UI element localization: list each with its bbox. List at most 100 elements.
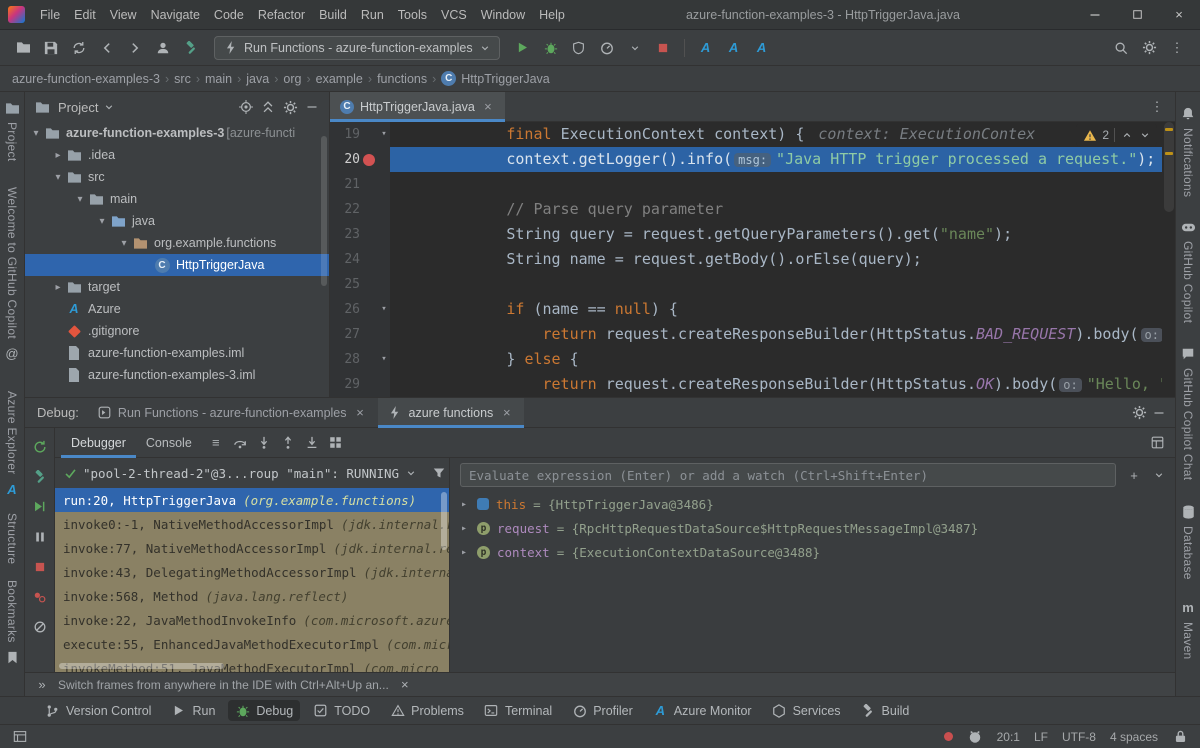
stop-icon[interactable] [31, 558, 48, 575]
project-panel-title[interactable]: Project [58, 100, 98, 115]
frame-row[interactable]: invoke0:-1, NativeMethodAccessorImpl(jdk… [55, 512, 449, 536]
prev-problem-icon[interactable] [1120, 128, 1133, 143]
chevron-down-icon[interactable] [622, 36, 648, 60]
tree-chevron-icon[interactable]: ▾ [29, 128, 43, 139]
coverage-icon[interactable] [566, 36, 592, 60]
frame-row[interactable]: invoke:568, Method(java.lang.reflect) [55, 584, 449, 608]
settings-icon[interactable] [1136, 36, 1162, 60]
grid-icon[interactable] [324, 432, 348, 454]
toolwindow-button-services[interactable]: Services [765, 700, 848, 721]
variable-row[interactable]: ▸prequest = {RpcHttpRequestDataSource$Ht… [450, 516, 1175, 540]
line-separator[interactable]: LF [1034, 730, 1048, 744]
tree-chevron-icon[interactable]: ▸ [51, 150, 65, 161]
breadcrumb-item[interactable]: azure-function-examples-3 [12, 72, 160, 86]
menu-build[interactable]: Build [312, 0, 354, 30]
breadcrumb-item[interactable]: functions [377, 72, 427, 86]
close-icon[interactable]: × [499, 405, 514, 420]
stripe-welcome-copilot[interactable]: Welcome to GitHub Copilot @ [4, 187, 20, 361]
azure-action-1-icon[interactable]: A [693, 36, 719, 60]
variable-row[interactable]: ▸pcontext = {ExecutionContextDataSource@… [450, 540, 1175, 564]
toolwindow-button-azure-monitor[interactable]: AAzure Monitor [646, 700, 759, 721]
code-editor[interactable]: 19▾20212223242526▾2728▾29 final Executio… [330, 122, 1175, 397]
collapse-all-icon[interactable] [257, 96, 279, 118]
project-scrollbar-thumb[interactable] [321, 136, 327, 286]
readonly-lock-icon[interactable] [1172, 729, 1188, 745]
fold-marker-icon[interactable]: ▾ [378, 297, 390, 322]
close-hint-icon[interactable]: × [398, 678, 412, 692]
stripe-bookmarks[interactable]: Bookmarks [4, 580, 20, 665]
save-all-icon[interactable] [38, 36, 64, 60]
menu-file[interactable]: File [33, 0, 67, 30]
tree-item[interactable]: ▸target [25, 276, 329, 298]
toolwindow-button-version-control[interactable]: Version Control [38, 700, 158, 721]
tree-item[interactable]: .gitignore [25, 320, 329, 342]
tree-chevron-icon[interactable]: ▾ [51, 172, 65, 183]
debug-session-tab[interactable]: azure functions× [378, 398, 525, 428]
debug-settings-icon[interactable] [1129, 403, 1149, 423]
tree-chevron-icon[interactable]: ▾ [117, 238, 131, 249]
variable-row[interactable]: ▸this = {HttpTriggerJava@3486} [450, 492, 1175, 516]
stripe-structure[interactable]: Structure [5, 513, 19, 564]
fold-marker-icon[interactable]: ▾ [378, 347, 390, 372]
sync-icon[interactable] [66, 36, 92, 60]
stripe-notifications[interactable]: Notifications [1180, 106, 1196, 197]
tree-item[interactable]: ▾main [25, 188, 329, 210]
tree-item[interactable]: ▾java [25, 210, 329, 232]
tree-chevron-icon[interactable]: ▸ [51, 282, 65, 293]
pause-icon[interactable] [31, 528, 48, 545]
settings-icon[interactable] [279, 96, 301, 118]
mute-breakpoints-icon[interactable] [31, 618, 48, 635]
breadcrumb-item[interactable]: org [283, 72, 301, 86]
chevron-right-icon[interactable]: ▸ [458, 547, 470, 558]
frames-hscrollbar-thumb[interactable] [59, 663, 224, 669]
frame-row[interactable]: invoke:22, JavaMethodInvokeInfo(com.micr… [55, 608, 449, 632]
caret-position[interactable]: 20:1 [997, 730, 1020, 744]
menu-view[interactable]: View [103, 0, 144, 30]
open-project-icon[interactable] [10, 36, 36, 60]
stripe-github-copilot[interactable]: GitHub Copilot [1180, 219, 1196, 323]
run-config-select[interactable]: Run Functions - azure-function-examples [214, 36, 500, 60]
toolwindows-toggle-icon[interactable] [12, 729, 28, 745]
breadcrumb-item[interactable]: java [246, 72, 269, 86]
resume-icon[interactable] [31, 498, 48, 515]
add-watch-icon[interactable]: + [1124, 465, 1144, 485]
next-problem-icon[interactable] [1138, 128, 1151, 143]
tree-item[interactable]: azure-function-examples-3.iml [25, 364, 329, 386]
chevron-down-icon[interactable] [103, 101, 115, 113]
editor-scrollbar[interactable] [1162, 122, 1175, 397]
menu-code[interactable]: Code [207, 0, 251, 30]
menu-vcs[interactable]: VCS [434, 0, 474, 30]
tree-chevron-icon[interactable]: ▾ [73, 194, 87, 205]
editor-tab[interactable]: C HttpTriggerJava.java × [330, 92, 505, 122]
tab-debugger[interactable]: Debugger [61, 428, 136, 458]
step-into-icon[interactable] [252, 432, 276, 454]
close-button[interactable]: × [1158, 0, 1200, 30]
hide-icon[interactable] [301, 96, 323, 118]
debug-bug-icon[interactable] [538, 36, 564, 60]
tree-item[interactable]: ▾azure-function-examples-3 [azure-functi [25, 122, 329, 144]
scrollbar-thumb[interactable] [1164, 122, 1174, 212]
breadcrumb-item[interactable]: CHttpTriggerJava [441, 71, 549, 86]
stripe-azure-explorer[interactable]: Azure Explorer A [4, 391, 20, 497]
frame-row[interactable]: invoke:77, NativeMethodAccessorImpl(jdk.… [55, 536, 449, 560]
build-hammer-icon[interactable] [178, 36, 204, 60]
user-icon[interactable] [150, 36, 176, 60]
debug-hide-icon[interactable] [1149, 403, 1169, 423]
editor-options-icon[interactable]: ⋮ [1147, 97, 1167, 117]
gutter-icon-slot[interactable] [360, 147, 378, 172]
filter-frames-icon[interactable] [429, 463, 449, 483]
menu-refactor[interactable]: Refactor [251, 0, 312, 30]
toolwindow-button-todo[interactable]: TODO [306, 700, 377, 721]
toolwindow-button-profiler[interactable]: Profiler [565, 700, 640, 721]
layout-settings-icon[interactable] [1145, 432, 1169, 454]
inspections-widget[interactable]: 2 [1076, 124, 1157, 146]
tree-item[interactable]: CHttpTriggerJava [25, 254, 329, 276]
chevron-right-icon[interactable]: ▸ [458, 499, 470, 510]
build-hammer-icon[interactable] [31, 468, 48, 485]
breakpoint-icon[interactable] [363, 154, 375, 166]
indent-style[interactable]: 4 spaces [1110, 730, 1158, 744]
stripe-project[interactable]: Project [4, 100, 20, 161]
step-out-icon[interactable] [276, 432, 300, 454]
warning-mark[interactable] [1165, 128, 1173, 131]
toolwindow-button-build[interactable]: Build [854, 700, 917, 721]
